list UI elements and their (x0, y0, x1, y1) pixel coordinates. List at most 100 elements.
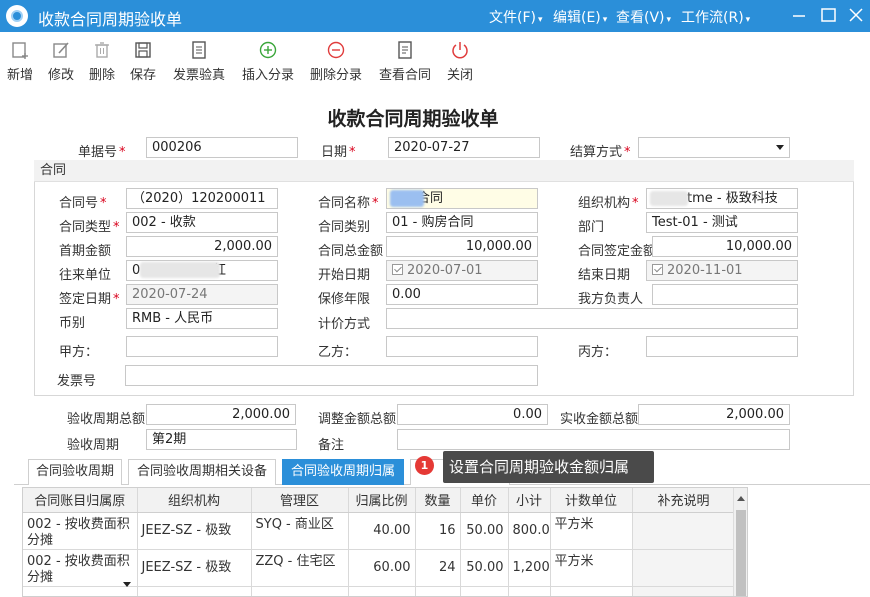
edit-button[interactable]: 修改 (47, 40, 75, 83)
app-logo-icon (6, 5, 28, 27)
delete-button[interactable]: 删除 (88, 40, 116, 83)
contract-no-field[interactable]: （2020）120200011 (126, 188, 278, 209)
warranty-field[interactable]: 0.00 (386, 284, 538, 305)
party-c-field[interactable] (646, 336, 798, 357)
chevron-down-icon: ▾ (666, 15, 672, 25)
cell-account[interactable]: 002 - 按收费面积分摊 (23, 512, 138, 550)
col-header-ratio[interactable]: 归属比例 (348, 488, 416, 513)
period-field[interactable]: 第2期 (146, 429, 297, 450)
delete-entry-button[interactable]: 删除分录 (308, 40, 364, 83)
total-amount-label: 合同总金额 (318, 244, 384, 259)
cell-ratio[interactable]: 40.00 (348, 512, 416, 550)
new-row-dropdown[interactable] (24, 574, 136, 596)
scroll-up-icon[interactable] (737, 496, 745, 501)
signed-amount-field[interactable]: 10,000.00 (652, 236, 798, 257)
plus-circle-icon (259, 41, 277, 59)
menu-view[interactable]: 查看(V) ▾ (616, 7, 671, 27)
col-header-unit[interactable]: 计数单位 (550, 488, 633, 513)
col-header-subtotal[interactable]: 小计 (508, 488, 551, 513)
contract-no-label: 合同号 * (59, 196, 107, 211)
checkbox-icon[interactable] (652, 264, 663, 275)
party-b-field[interactable] (386, 336, 538, 357)
contract-type-field[interactable]: 002 - 收款 (126, 212, 278, 233)
remark-field[interactable] (397, 429, 790, 450)
bill-no-field[interactable]: 000206 (146, 137, 298, 158)
invoice-check-button[interactable]: 发票验真 (171, 40, 227, 83)
col-header-zone[interactable]: 管理区 (251, 488, 349, 513)
contract-type-label: 合同类型 * (59, 220, 120, 235)
chevron-down-icon: ▾ (537, 15, 543, 25)
contract-category-field[interactable]: 01 - 购房合同 (386, 212, 538, 233)
cell-org[interactable]: JEEZ-SZ - 极致 (137, 512, 252, 550)
cell-note[interactable] (632, 512, 736, 550)
minimize-button[interactable] (786, 0, 812, 32)
view-contract-button[interactable]: 查看合同 (377, 40, 433, 83)
tab-acceptance-period[interactable]: 合同验收周期 (28, 459, 122, 485)
date-label: 日期 * (321, 145, 356, 160)
col-header-qty[interactable]: 数量 (415, 488, 461, 513)
cell-price[interactable]: 50.00 (460, 512, 509, 550)
col-header-org[interactable]: 组织机构 (137, 488, 252, 513)
end-date-label: 结束日期 (578, 268, 631, 283)
tab-related-equipment[interactable]: 合同验收周期相关设备 (128, 459, 276, 485)
menu-workflow[interactable]: 工作流(R) ▾ (681, 7, 750, 27)
contract-section-header: 合同 (34, 160, 854, 182)
currency-field[interactable]: RMB - 人民币 (126, 308, 278, 329)
new-button[interactable]: 新增 (6, 40, 34, 83)
actual-total-field[interactable]: 2,000.00 (638, 404, 790, 425)
insert-entry-button[interactable]: 插入分录 (240, 40, 296, 83)
cell-price[interactable]: 50.00 (460, 549, 509, 587)
minimize-icon (793, 15, 805, 17)
tab-period-attribution[interactable]: 合同验收周期归属 (282, 459, 404, 485)
title-bar: 收款合同周期验收单 文件(F) ▾ 编辑(E) ▾ 查看(V) ▾ 工作流(R) ▾ (0, 0, 870, 32)
party-a-field[interactable] (126, 336, 278, 357)
invoice-field[interactable] (125, 365, 538, 386)
cell-unit[interactable]: 平方米 (550, 512, 633, 550)
pricing-label: 计价方式 (318, 317, 371, 332)
owner-label: 我方负责人 (578, 292, 644, 307)
start-date-field[interactable]: 2020-07-01 (386, 260, 538, 281)
cell-ratio[interactable]: 60.00 (348, 549, 416, 587)
menu-file[interactable]: 文件(F) ▾ (489, 7, 543, 27)
cell-zone[interactable]: ZZQ - 住宅区 (251, 549, 349, 587)
col-header-note[interactable]: 补充说明 (632, 488, 736, 513)
save-button[interactable]: 保存 (129, 40, 157, 83)
maximize-button[interactable] (815, 0, 841, 32)
col-header-account[interactable]: 合同账目归属原 (23, 488, 138, 513)
chevron-down-icon: ▾ (745, 15, 751, 25)
date-field[interactable]: 2020-07-27 (388, 137, 540, 158)
redacted-area (390, 190, 424, 207)
cell-subtotal[interactable]: 1,200. (508, 549, 551, 587)
total-amount-field[interactable]: 10,000.00 (386, 236, 538, 257)
close-button[interactable]: 关闭 (445, 40, 475, 83)
pricing-field[interactable] (386, 308, 798, 329)
dept-field[interactable]: Test-01 - 测试 (646, 212, 798, 233)
settle-select[interactable] (638, 137, 790, 158)
cell-org[interactable]: JEEZ-SZ - 极致 (137, 549, 252, 587)
adjust-total-field[interactable]: 0.00 (397, 404, 548, 425)
scroll-thumb[interactable] (736, 510, 746, 596)
cell-subtotal[interactable]: 800.0 (508, 512, 551, 550)
cell-qty[interactable]: 16 (415, 512, 461, 550)
guide-tooltip: 设置合同周期验收金额归属 (443, 451, 654, 483)
contract-category-label: 合同类别 (318, 220, 371, 235)
checkbox-icon[interactable] (392, 264, 403, 275)
cell-qty[interactable]: 24 (415, 549, 461, 587)
dropdown-arrow-icon (776, 145, 784, 150)
cell-note[interactable] (632, 549, 736, 587)
col-header-price[interactable]: 单价 (460, 488, 509, 513)
cell-zone[interactable]: SYQ - 商业区 (251, 512, 349, 550)
end-date-field[interactable]: 2020-11-01 (646, 260, 798, 281)
period-total-field[interactable]: 2,000.00 (146, 404, 296, 425)
menu-edit[interactable]: 编辑(E) ▾ (553, 7, 607, 27)
cell-unit[interactable]: 平方米 (550, 549, 633, 587)
grid-header-row: 合同账目归属原 组织机构 管理区 归属比例 数量 单价 小计 计数单位 补充说明 (23, 488, 736, 513)
redacted-area (140, 262, 220, 278)
currency-label: 币别 (59, 316, 86, 331)
first-amount-field[interactable]: 2,000.00 (126, 236, 278, 257)
sign-date-field[interactable]: 2020-07-24 (126, 284, 278, 305)
owner-field[interactable] (652, 284, 798, 305)
grid-scrollbar[interactable] (733, 488, 747, 596)
close-window-button[interactable] (843, 0, 869, 32)
table-row[interactable]: 002 - 按收费面积分摊 JEEZ-SZ - 极致 SYQ - 商业区 40.… (23, 512, 736, 550)
